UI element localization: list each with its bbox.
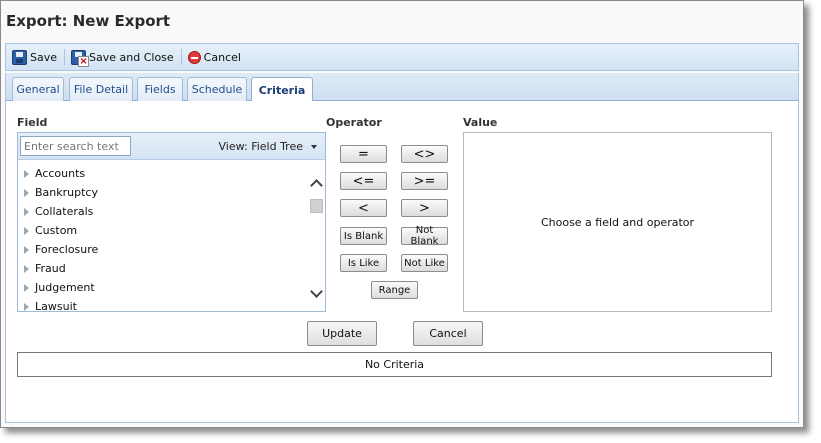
update-button[interactable]: Update [307, 321, 377, 346]
tree-item[interactable]: Lawsuit [22, 297, 307, 316]
tree-item-label: Accounts [35, 167, 86, 180]
value-panel: Choose a field and operator [463, 132, 772, 312]
field-tree-panel: View: Field Tree Accounts Bankruptcy Col… [17, 132, 326, 313]
view-selector[interactable]: View: Field Tree [218, 140, 317, 153]
equals-button[interactable]: = [340, 145, 387, 163]
expand-arrow-icon[interactable] [24, 226, 29, 235]
cancel-toolbar-label: Cancel [203, 50, 241, 64]
value-section-label: Value [463, 116, 498, 129]
criteria-empty-message: No Criteria [364, 358, 425, 371]
greater-than-button[interactable]: > [401, 199, 448, 217]
tree-item-label: Foreclosure [35, 243, 99, 256]
less-or-equal-button[interactable]: <= [340, 172, 387, 190]
cancel-button[interactable]: Cancel [413, 321, 483, 346]
operator-section-label: Operator [326, 116, 382, 129]
expand-arrow-icon[interactable] [24, 169, 29, 178]
greater-or-equal-button[interactable]: >= [401, 172, 448, 190]
tab-schedule[interactable]: Schedule [187, 77, 247, 101]
tree-item[interactable]: Accounts [22, 164, 307, 183]
field-tree: Accounts Bankruptcy Collaterals Custom F… [22, 164, 307, 316]
expand-arrow-icon[interactable] [24, 264, 29, 273]
is-blank-button[interactable]: Is Blank [340, 227, 387, 245]
expand-arrow-icon[interactable] [24, 302, 29, 311]
expand-arrow-icon[interactable] [24, 283, 29, 292]
view-selector-label: View: Field Tree [218, 140, 303, 153]
save-and-close-label: Save and Close [89, 50, 174, 64]
tab-bar: General File Detail Fields Schedule Crit… [5, 73, 799, 102]
toolbar-divider [64, 49, 66, 65]
scroll-up-icon[interactable] [310, 177, 322, 189]
expand-arrow-icon[interactable] [24, 245, 29, 254]
window-title: Export: New Export [6, 12, 171, 30]
not-blank-button[interactable]: Not Blank [401, 225, 448, 247]
expand-arrow-icon[interactable] [24, 188, 29, 197]
expand-arrow-icon[interactable] [24, 207, 29, 216]
save-close-icon [71, 49, 90, 67]
tree-item-label: Lawsuit [35, 300, 77, 313]
tab-general[interactable]: General [12, 77, 64, 101]
tree-item-label: Fraud [35, 262, 66, 275]
criteria-list: No Criteria [17, 352, 772, 377]
tree-item[interactable]: Fraud [22, 259, 307, 278]
save-and-close-button[interactable]: Save and Close [71, 49, 174, 67]
tree-item[interactable]: Custom [22, 221, 307, 240]
tree-item[interactable]: Judgement [22, 278, 307, 297]
scrollbar-thumb[interactable] [310, 199, 323, 213]
tab-file-detail[interactable]: File Detail [69, 77, 133, 101]
toolbar-divider [180, 49, 182, 65]
field-section-label: Field [17, 116, 48, 129]
is-like-button[interactable]: Is Like [340, 254, 387, 272]
scroll-down-icon[interactable] [310, 287, 322, 299]
not-equal-button[interactable]: <> [401, 145, 448, 163]
search-input[interactable] [20, 136, 131, 156]
tree-item[interactable]: Collaterals [22, 202, 307, 221]
tree-item-label: Custom [35, 224, 78, 237]
cancel-icon [187, 50, 201, 64]
tree-item-label: Bankruptcy [35, 186, 98, 199]
tree-item[interactable]: Foreclosure [22, 240, 307, 259]
toolbar: Save Save and Close Cancel [5, 43, 799, 71]
tree-item-label: Judgement [35, 281, 95, 294]
value-placeholder-message: Choose a field and operator [540, 215, 695, 229]
not-like-button[interactable]: Not Like [401, 254, 448, 272]
cancel-toolbar-button[interactable]: Cancel [187, 50, 241, 64]
range-button[interactable]: Range [371, 281, 418, 299]
tree-item-label: Collaterals [35, 205, 94, 218]
field-tree-header: View: Field Tree [18, 133, 325, 160]
tab-fields[interactable]: Fields [137, 77, 183, 101]
floppy-disk-icon [12, 49, 27, 65]
field-tree-scrollbar[interactable] [308, 161, 324, 311]
less-than-button[interactable]: < [340, 199, 387, 217]
tree-item[interactable]: Bankruptcy [22, 183, 307, 202]
save-button[interactable]: Save [12, 49, 58, 65]
tab-criteria[interactable]: Criteria [251, 77, 313, 102]
chevron-down-icon [311, 144, 317, 149]
save-label: Save [30, 50, 58, 64]
